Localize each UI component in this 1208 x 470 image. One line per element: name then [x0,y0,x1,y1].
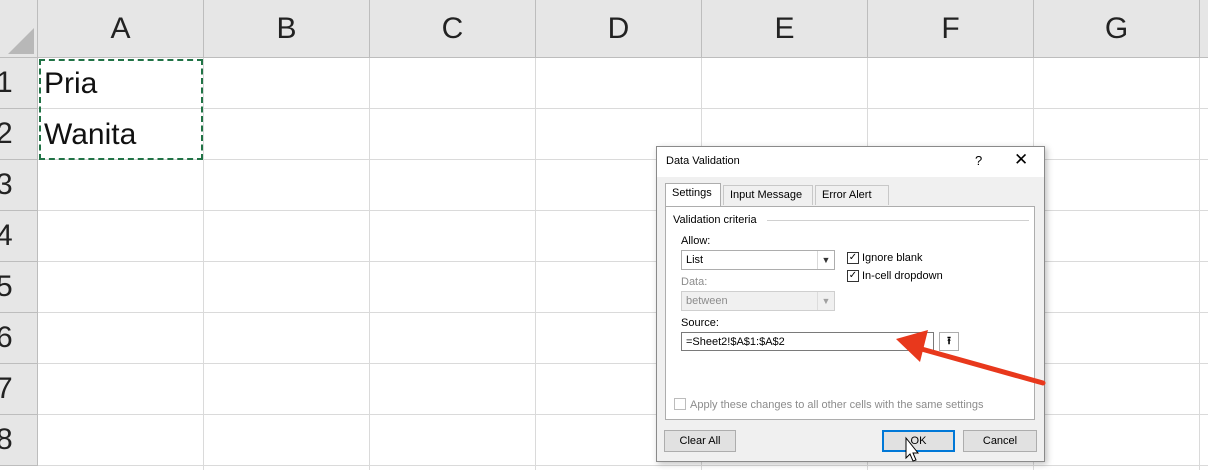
gridline [535,58,536,470]
column-header-label: A [110,11,131,45]
ok-button[interactable]: OK [882,430,955,452]
tab-label: Input Message [730,189,803,201]
dialog-title: Data Validation [666,155,740,167]
column-header-g[interactable]: G [1034,0,1200,58]
help-button[interactable]: ? [975,153,982,168]
tab-label: Error Alert [822,189,872,201]
data-dropdown[interactable]: between ▼ [681,291,835,311]
column-header-b[interactable]: B [204,0,370,58]
row-header-7[interactable]: 7 [0,364,38,415]
row-header-3[interactable]: 3 [0,160,38,211]
allow-value: List [686,254,704,266]
data-validation-dialog: Data Validation ? ✕ Settings Input Messa… [656,146,1045,462]
tab-error-alert[interactable]: Error Alert [815,185,889,205]
row-header-label: 6 [0,321,13,355]
data-value: between [686,295,728,307]
source-value: =Sheet2!$A$1:$A$2 [686,336,785,348]
clear-all-button[interactable]: Clear All [664,430,736,452]
chevron-down-icon[interactable]: ▼ [817,251,834,269]
row-header-5[interactable]: 5 [0,262,38,313]
section-label: Validation criteria [673,214,757,226]
row-header-label: 4 [0,219,13,253]
row-header-label: 3 [0,168,13,202]
collapse-dialog-icon[interactable]: ⭱ [939,332,959,351]
in-cell-dropdown-label: In-cell dropdown [862,270,943,282]
source-label: Source: [681,317,719,329]
allow-dropdown[interactable]: List ▼ [681,250,835,270]
apply-all-label: Apply these changes to all other cells w… [690,399,984,411]
dialog-titlebar[interactable]: Data Validation ? ✕ [657,147,1044,177]
column-header-a[interactable]: A [38,0,204,58]
gridline [38,108,1208,109]
row-header-label: 1 [0,66,13,100]
close-icon[interactable]: ✕ [1014,150,1028,170]
tab-input-message[interactable]: Input Message [723,185,813,205]
column-header-label: G [1104,11,1129,45]
row-header-label: 7 [0,372,13,406]
gridline [38,465,1208,466]
source-input[interactable]: =Sheet2!$A$1:$A$2 [681,332,934,351]
select-all-corner[interactable] [0,0,38,58]
gridline [203,58,204,470]
row-header-label: 2 [0,117,13,151]
allow-label: Allow: [681,235,711,247]
copy-selection-outline [39,59,203,160]
cancel-button[interactable]: Cancel [963,430,1037,452]
row-header-8[interactable]: 8 [0,415,38,466]
ignore-blank-label: Ignore blank [862,252,923,264]
section-separator [767,220,1029,221]
column-header-d[interactable]: D [536,0,702,58]
gridline [369,58,370,470]
row-header-1[interactable]: 1 [0,58,38,109]
chevron-down-icon[interactable]: ▼ [817,292,834,310]
column-header-label: F [941,11,960,45]
column-header-c[interactable]: C [370,0,536,58]
row-header-label: 5 [0,270,13,304]
column-header-e[interactable]: E [702,0,868,58]
tab-settings[interactable]: Settings [665,183,721,207]
gridline [1199,58,1200,470]
ignore-blank-checkbox[interactable]: ✓ [847,252,859,264]
row-header-4[interactable]: 4 [0,211,38,262]
column-header-label: E [774,11,795,45]
in-cell-dropdown-checkbox[interactable]: ✓ [847,270,859,282]
column-header-f[interactable]: F [868,0,1034,58]
column-header-label: D [607,11,630,45]
apply-all-checkbox[interactable] [674,398,686,410]
row-header-label: 8 [0,423,13,457]
row-header-6[interactable]: 6 [0,313,38,364]
column-header-label: B [276,11,297,45]
tab-label: Settings [672,187,712,199]
settings-panel: Validation criteria Allow: List ▼ ✓ Igno… [665,206,1035,420]
data-label: Data: [681,276,708,288]
column-header-h[interactable] [1200,0,1208,58]
row-header-2[interactable]: 2 [0,109,38,160]
column-header-label: C [441,11,464,45]
